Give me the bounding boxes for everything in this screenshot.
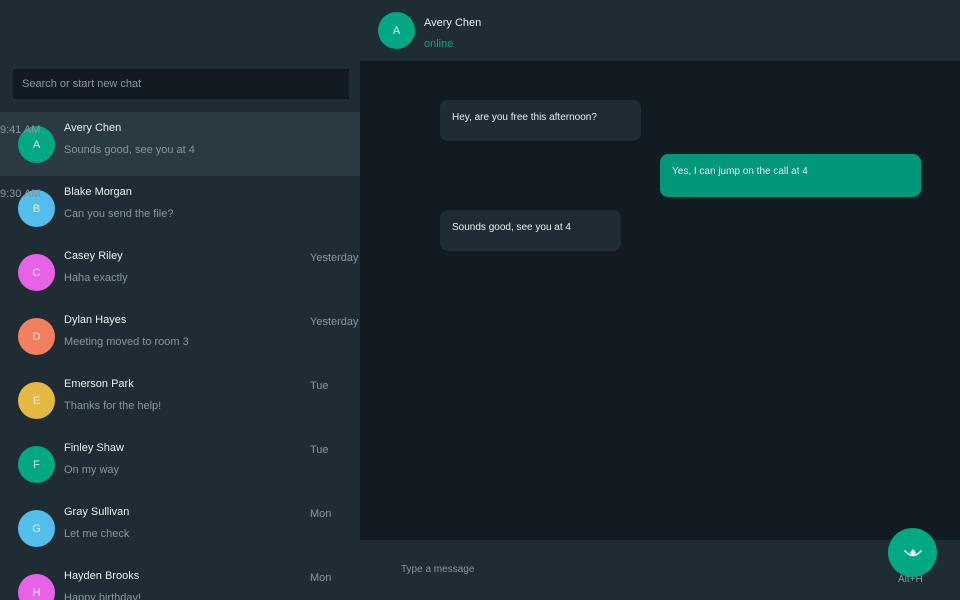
chat-preview: Can you send the file? (64, 208, 174, 220)
chat-time: 9:41 AM (0, 124, 41, 136)
message-bubble-incoming: Sounds good, see you at 4 (440, 210, 621, 251)
chat-name: Gray Sullivan (64, 506, 130, 518)
chat-item-dylan-hayes[interactable]: D Dylan Hayes Meeting moved to room 3 Ye… (0, 304, 360, 368)
search-input[interactable] (13, 69, 349, 99)
chat-name: Blake Morgan (64, 186, 132, 198)
chat-name: Dylan Hayes (64, 314, 127, 326)
sidebar-header (0, 0, 360, 61)
search-bar (0, 61, 360, 113)
chat-item-avery-chen[interactable]: A Avery Chen Sounds good, see you at 4 9… (0, 112, 360, 176)
avatar[interactable]: A (378, 12, 415, 49)
chat-preview: Meeting moved to room 3 (64, 336, 189, 348)
avatar: H (18, 574, 55, 600)
avatar: F (18, 446, 55, 483)
message-bubble-outgoing: Yes, I can jump on the call at 4 (660, 154, 921, 197)
chat-item-gray-sullivan[interactable]: G Gray Sullivan Let me check Mon (0, 496, 360, 560)
message-list: Hey, are you free this afternoon? Yes, I… (360, 61, 960, 540)
contact-name[interactable]: Avery Chen (424, 17, 481, 29)
chat-preview: Thanks for the help! (64, 400, 162, 412)
sidebar: A Avery Chen Sounds good, see you at 4 9… (0, 0, 360, 600)
chat-list: A Avery Chen Sounds good, see you at 4 9… (0, 112, 360, 600)
chat-time: Mon (310, 508, 332, 520)
chat-time: Tue (310, 380, 329, 392)
chat-preview: Let me check (64, 528, 130, 540)
chat-name: Avery Chen (64, 122, 122, 134)
chat-preview: Sounds good, see you at 4 (64, 144, 195, 156)
chat-preview: On my way (64, 464, 120, 476)
chat-name: Emerson Park (64, 378, 134, 390)
chat-header: A Avery Chen online (360, 0, 960, 61)
chat-name: Casey Riley (64, 250, 123, 262)
chat-item-hayden-brooks[interactable]: H Hayden Brooks Happy birthday! Mon (0, 560, 360, 600)
chat-item-finley-shaw[interactable]: F Finley Shaw On my way Tue (0, 432, 360, 496)
message-input[interactable] (392, 558, 872, 580)
chat-time: Yesterday (310, 252, 359, 264)
chat-time: Yesterday (310, 316, 359, 328)
avatar: E (18, 382, 55, 419)
chat-item-emerson-park[interactable]: E Emerson Park Thanks for the help! Tue (0, 368, 360, 432)
accessibility-icon (903, 548, 922, 556)
avatar: G (18, 510, 55, 547)
chat-time: 9:30 AM (0, 188, 41, 200)
composer: Alt+H (360, 540, 960, 600)
chat-time: Mon (310, 572, 332, 584)
avatar: D (18, 318, 55, 355)
chat-item-casey-riley[interactable]: C Casey Riley Haha exactly Yesterday (0, 240, 360, 304)
chat-name: Finley Shaw (64, 442, 124, 454)
chat-name: Hayden Brooks (64, 570, 140, 582)
chat-time: Tue (310, 444, 329, 456)
avatar: C (18, 254, 55, 291)
chat-preview: Happy birthday! (64, 592, 142, 600)
chat-preview: Haha exactly (64, 272, 128, 284)
contact-status: online (424, 38, 454, 50)
message-bubble-incoming: Hey, are you free this afternoon? (440, 100, 641, 141)
chat-item-blake-morgan[interactable]: B Blake Morgan Can you send the file? 9:… (0, 176, 360, 240)
accessibility-button[interactable] (888, 528, 937, 577)
